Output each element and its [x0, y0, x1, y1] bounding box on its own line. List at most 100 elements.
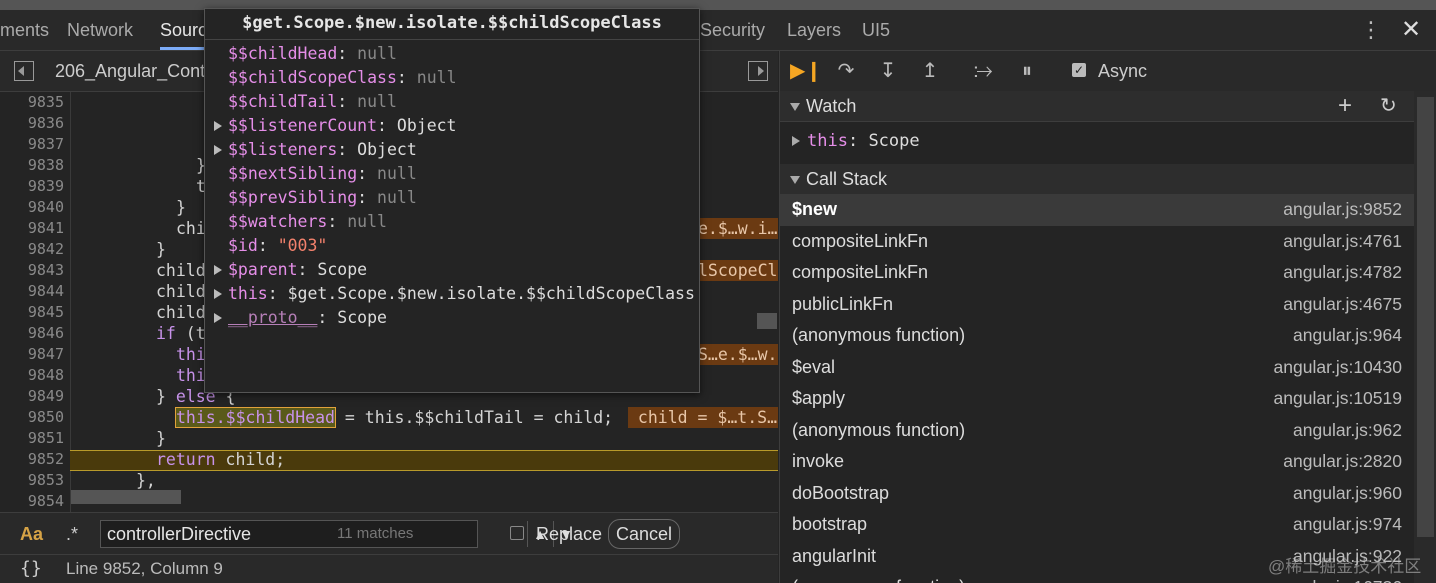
code-line: child	[156, 261, 206, 280]
call-stack-header[interactable]: Call Stack	[780, 164, 1414, 195]
toggle-debugger-icon[interactable]	[748, 61, 768, 81]
call-frame[interactable]: doBootstrap angular.js:960	[780, 478, 1414, 510]
frame-location[interactable]: angular.js:4675	[1283, 289, 1402, 320]
property-value: Scope	[337, 308, 387, 327]
call-frame[interactable]: compositeLinkFn angular.js:4761	[780, 226, 1414, 258]
frame-location[interactable]: angular.js:9852	[1283, 194, 1402, 225]
pause-on-exceptions-icon[interactable]: ⏸	[1014, 59, 1040, 83]
file-tab[interactable]: 206_Angular_Contr	[55, 51, 211, 91]
step-over-icon[interactable]: ↷	[833, 59, 859, 83]
vertical-scrollbar[interactable]	[757, 313, 777, 329]
line-number[interactable]: 9853	[28, 470, 64, 491]
line-number[interactable]: 9851	[28, 428, 64, 449]
line-number[interactable]: 9846	[28, 323, 64, 344]
call-frame[interactable]: $apply angular.js:10519	[780, 383, 1414, 415]
cancel-button[interactable]: Cancel	[608, 519, 680, 549]
tab-ui5[interactable]: UI5	[862, 10, 890, 50]
tab-sources[interactable]: Sourc	[160, 10, 208, 50]
frame-location[interactable]: angular.js:962	[1293, 415, 1402, 446]
expand-arrow-icon[interactable]	[214, 289, 222, 299]
search-input[interactable]: controllerDirective 11 matches ▲ ▼	[100, 520, 573, 548]
expand-arrow-icon[interactable]	[214, 313, 222, 323]
hovered-token[interactable]: this.$$childHead	[175, 407, 336, 428]
line-number[interactable]: 9841	[28, 218, 64, 239]
line-number[interactable]: 9845	[28, 302, 64, 323]
call-frame[interactable]: (anonymous function) angular.js:962	[780, 415, 1414, 447]
property-separator: :	[257, 236, 278, 255]
async-checkbox[interactable]: ✓	[1072, 63, 1086, 77]
call-frame[interactable]: publicLinkFn angular.js:4675	[780, 289, 1414, 321]
expand-arrow-icon[interactable]	[792, 136, 800, 146]
line-number[interactable]: 9836	[28, 113, 64, 134]
tab-elements[interactable]: ments	[0, 10, 49, 50]
expand-arrow-icon	[790, 103, 800, 111]
replace-checkbox[interactable]	[510, 526, 524, 540]
step-out-icon[interactable]: ↥	[917, 59, 943, 83]
line-number[interactable]: 9852	[28, 449, 64, 470]
match-case-button[interactable]: Aa	[20, 513, 43, 555]
sidebar-scrollbar-thumb[interactable]	[1417, 97, 1434, 537]
frame-function: (anonymous function)	[792, 325, 966, 345]
call-frame[interactable]: $new angular.js:9852	[780, 194, 1414, 226]
tab-network[interactable]: Network	[67, 10, 133, 50]
frame-location[interactable]: angular.js:2820	[1283, 446, 1402, 477]
expand-arrow-icon[interactable]	[214, 121, 222, 131]
property-key: $$childTail	[228, 92, 338, 111]
frame-location[interactable]: angular.js:964	[1293, 320, 1402, 351]
object-preview-popover[interactable]: $get.Scope.$new.isolate.$$childScopeClas…	[204, 8, 700, 393]
line-number[interactable]: 9838	[28, 155, 64, 176]
line-number[interactable]: 9835	[28, 92, 64, 113]
frame-location[interactable]: angular.js:10519	[1274, 383, 1402, 414]
frame-location[interactable]: angular.js:974	[1293, 509, 1402, 540]
pretty-print-button[interactable]: {}	[20, 555, 42, 583]
property-value: $get.Scope.$new.isolate.$$childScopeClas…	[287, 284, 695, 303]
call-frame[interactable]: bootstrap angular.js:974	[780, 509, 1414, 541]
line-number[interactable]: 9839	[28, 176, 64, 197]
more-options-icon[interactable]: ⋮	[1360, 10, 1382, 50]
property-value: null	[377, 188, 417, 207]
line-number[interactable]: 9854	[28, 491, 64, 512]
call-frame[interactable]: compositeLinkFn angular.js:4782	[780, 257, 1414, 289]
resume-icon[interactable]: ▶❙	[790, 59, 822, 83]
toggle-navigator-icon[interactable]	[14, 61, 34, 81]
property-text: $$listeners: Object	[228, 138, 417, 162]
frame-location[interactable]: angular.js:10430	[1274, 352, 1402, 383]
property-value: Scope	[317, 260, 368, 279]
line-number[interactable]: 9843	[28, 260, 64, 281]
frame-function: bootstrap	[792, 514, 868, 534]
step-into-icon[interactable]: ↧	[875, 59, 901, 83]
call-frame[interactable]: (anonymous function) angular.js:964	[780, 320, 1414, 352]
regex-button[interactable]: .*	[66, 513, 78, 555]
code-line: child	[156, 303, 206, 322]
frame-function: $new	[792, 199, 838, 219]
horizontal-scrollbar[interactable]	[71, 490, 181, 504]
line-number[interactable]: 9840	[28, 197, 64, 218]
line-number[interactable]: 9850	[28, 407, 64, 428]
add-watch-icon[interactable]: +	[1338, 91, 1352, 121]
frame-location[interactable]: angular.js:4761	[1283, 226, 1402, 257]
call-frame[interactable]: $eval angular.js:10430	[780, 352, 1414, 384]
frame-location[interactable]: angular.js:960	[1293, 478, 1402, 509]
line-number[interactable]: 9842	[28, 239, 64, 260]
tab-security[interactable]: Security	[700, 10, 765, 50]
frame-location[interactable]: angular.js:4782	[1283, 257, 1402, 288]
property-text: $$childHead: null	[228, 42, 397, 66]
expand-arrow-icon[interactable]	[214, 265, 222, 275]
property-separator: :	[357, 164, 378, 183]
line-number[interactable]: 9848	[28, 365, 64, 386]
call-frame[interactable]: invoke angular.js:2820	[780, 446, 1414, 478]
watch-header[interactable]: Watch + ↻	[780, 91, 1414, 122]
tab-layers[interactable]: Layers	[787, 10, 841, 50]
watch-expression[interactable]: this: Scope	[780, 125, 1414, 163]
property-text: $$listenerCount: Object	[228, 114, 457, 138]
line-number[interactable]: 9837	[28, 134, 64, 155]
line-number[interactable]: 9844	[28, 281, 64, 302]
expand-arrow-icon[interactable]	[214, 145, 222, 155]
code-token: (t	[175, 324, 206, 343]
line-number[interactable]: 9849	[28, 386, 64, 407]
line-number[interactable]: 9847	[28, 344, 64, 365]
close-icon[interactable]: ✕	[1398, 10, 1424, 50]
search-query-text: controllerDirective	[107, 524, 252, 544]
deactivate-breakpoints-icon[interactable]: ⧴	[970, 59, 996, 83]
refresh-icon[interactable]: ↻	[1380, 91, 1397, 121]
